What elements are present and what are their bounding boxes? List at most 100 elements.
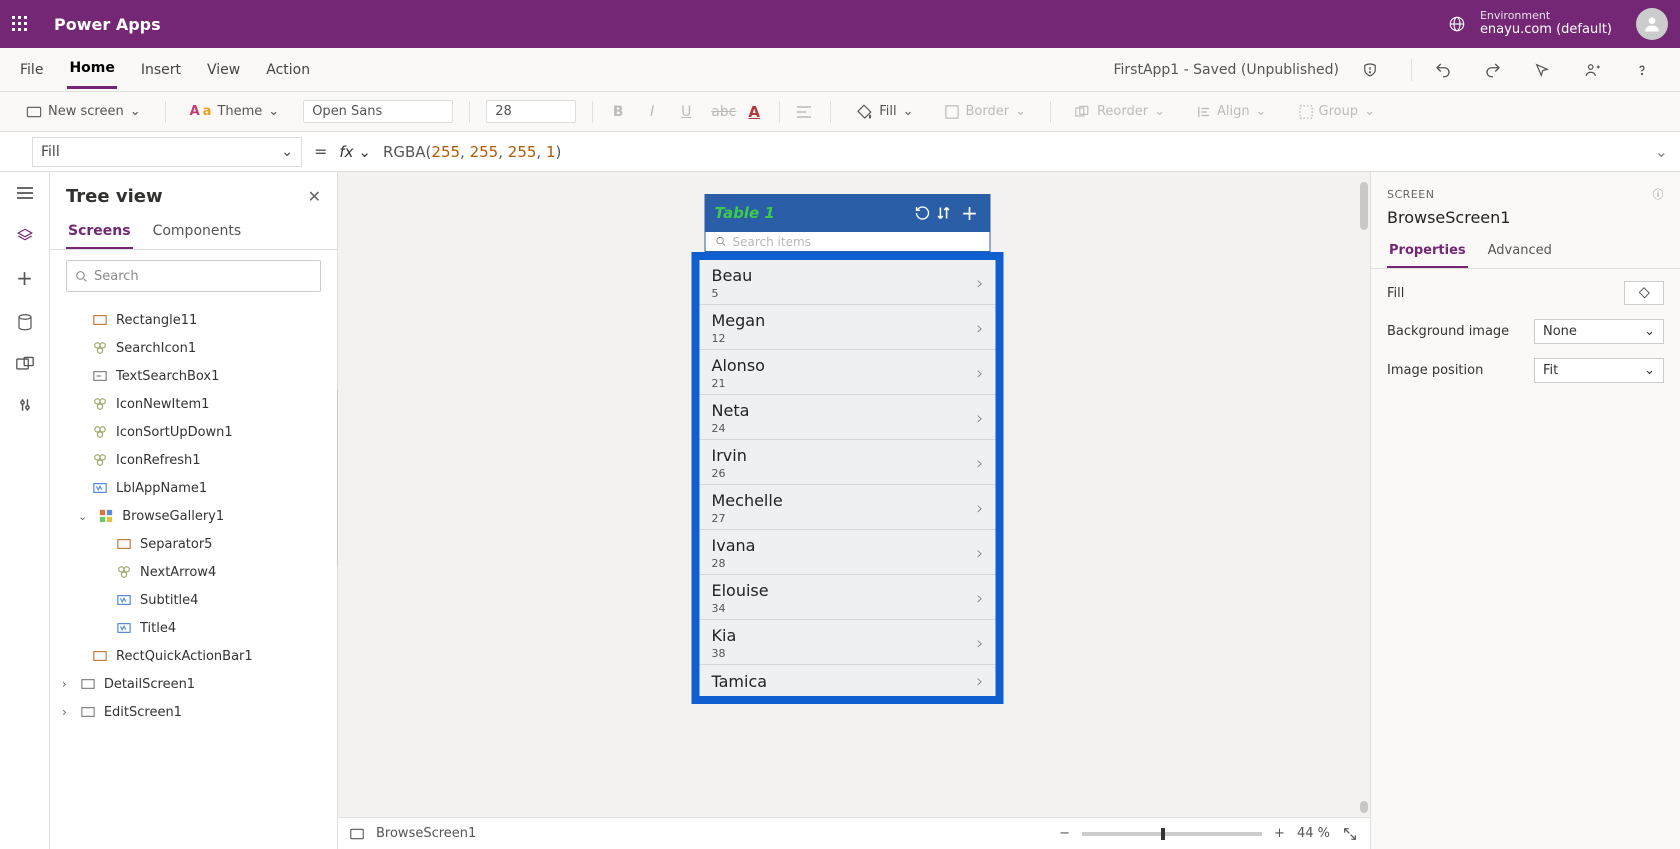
tree-item[interactable]: Subtitle4 [58,586,329,614]
refresh-icon[interactable] [915,205,937,221]
menu-insert[interactable]: Insert [139,52,183,88]
scrollbar[interactable] [1360,182,1368,230]
chevron-right-icon[interactable]: › [976,318,983,339]
chevron-right-icon[interactable]: › [976,588,983,609]
imgpos-select[interactable]: Fit ⌄ [1534,358,1664,383]
bold-icon[interactable]: B [609,104,627,120]
tree-item[interactable]: RectQuickActionBar1 [58,642,329,670]
tree-item[interactable]: IconSortUpDown1 [58,418,329,446]
close-icon[interactable]: ✕ [308,187,321,206]
browse-gallery[interactable]: Beau5›Megan12›Alonso21›Neta24›Irvin26›Me… [700,260,996,696]
tree-item[interactable]: BrowseGallery1 [58,502,329,530]
gallery-row[interactable]: Elouise34› [700,575,996,620]
theme-button[interactable]: Aa Theme ⌄ [182,100,288,123]
gallery-row[interactable]: Beau5› [700,260,996,305]
tab-properties[interactable]: Properties [1387,235,1468,268]
tree-item[interactable]: SearchIcon1 [58,334,329,362]
sort-icon[interactable] [937,205,959,221]
menu-home[interactable]: Home [67,50,116,89]
fit-to-screen-icon[interactable] [1342,826,1358,842]
text-align-icon[interactable] [796,105,814,119]
tab-components[interactable]: Components [151,215,244,249]
chevron-right-icon[interactable]: › [976,498,983,519]
help-icon[interactable]: ⓘ [1653,186,1665,202]
tree-item[interactable]: Separator5 [58,530,329,558]
align-button[interactable]: Align ⌄ [1189,100,1275,123]
fill-button[interactable]: Fill ⌄ [847,99,921,125]
app-checker-icon[interactable] [1361,61,1389,79]
screen-checkbox[interactable] [350,828,364,840]
group-button[interactable]: Group ⌄ [1291,100,1383,123]
property-selector[interactable]: Fill ⌄ [32,137,302,167]
advanced-tools-icon[interactable] [17,396,33,414]
environment-picker[interactable]: Environment enayu.com (default) [1448,10,1612,38]
underline-icon[interactable]: U [677,104,695,120]
bgimage-select[interactable]: None ⌄ [1534,319,1664,344]
undo-icon[interactable] [1434,61,1462,79]
tree-item[interactable]: TextSearchBox1 [58,362,329,390]
help-icon[interactable] [1634,62,1662,78]
chevron-right-icon[interactable]: › [976,408,983,429]
gallery-row[interactable]: Irvin26› [700,440,996,485]
gallery-row[interactable]: Megan12› [700,305,996,350]
prop-imgpos-label: Image position [1387,363,1483,378]
gallery-row[interactable]: Ivana28› [700,530,996,575]
formula-input[interactable]: RGBA(255, 255, 255, 1) [383,143,1643,161]
chevron-right-icon[interactable]: › [976,453,983,474]
tree-view-icon[interactable] [16,224,34,242]
tab-advanced[interactable]: Advanced [1486,235,1554,268]
canvas[interactable]: Table 1 + Search items Beau5›Megan12›Alo… [338,172,1370,849]
chevron-right-icon[interactable]: › [976,273,983,294]
chevron-right-icon[interactable]: › [976,633,983,654]
zoom-slider[interactable] [1082,832,1262,836]
global-header: Power Apps Environment enayu.com (defaul… [0,0,1680,48]
gallery-row[interactable]: Alonso21› [700,350,996,395]
insert-icon[interactable]: + [16,266,33,290]
menu-action[interactable]: Action [264,52,312,88]
tree-item[interactable]: Rectangle11 [58,306,329,334]
font-family-select[interactable]: Open Sans [303,100,453,123]
chevron-right-icon[interactable]: › [976,363,983,384]
zoom-in-button[interactable]: + [1274,826,1285,841]
selection-frame[interactable]: Beau5›Megan12›Alonso21›Neta24›Irvin26›Me… [692,252,1004,704]
gallery-row[interactable]: Tamica› [700,665,996,696]
chevron-right-icon[interactable]: › [976,671,983,692]
scrollbar[interactable] [1360,801,1368,813]
new-screen-button[interactable]: New screen ⌄ [18,100,149,123]
font-color-icon[interactable]: A [745,103,763,121]
reorder-button[interactable]: Reorder ⌄ [1067,100,1173,123]
zoom-out-button[interactable]: − [1059,826,1070,841]
selection-icon[interactable] [1534,62,1562,78]
border-button[interactable]: Border ⌄ [937,100,1034,123]
app-search-box[interactable]: Search items [705,232,991,252]
menu-view[interactable]: View [205,52,242,88]
waffle-icon[interactable] [12,16,36,32]
share-icon[interactable] [1584,61,1612,79]
data-icon[interactable] [17,314,33,332]
tree-search-input[interactable]: Search [66,260,321,292]
gallery-row[interactable]: Neta24› [700,395,996,440]
avatar[interactable] [1636,8,1668,40]
gallery-row[interactable]: Kia38› [700,620,996,665]
tree-item[interactable]: IconRefresh1 [58,446,329,474]
media-icon[interactable] [16,356,34,372]
gallery-row[interactable]: Mechelle27› [700,485,996,530]
italic-icon[interactable]: I [643,104,661,120]
strikethrough-icon[interactable]: abc [711,104,729,120]
add-icon[interactable]: + [959,201,981,225]
tree-item[interactable]: Title4 [58,614,329,642]
tree-item[interactable]: DetailScreen1 [58,670,329,698]
hamburger-icon[interactable] [16,186,34,200]
redo-icon[interactable] [1484,61,1512,79]
tree-item[interactable]: EditScreen1 [58,698,329,726]
tab-screens[interactable]: Screens [66,215,133,249]
tree-item[interactable]: IconNewItem1 [58,390,329,418]
menu-file[interactable]: File [18,52,45,88]
chevron-right-icon[interactable]: › [976,543,983,564]
tree-item[interactable]: LblAppName1 [58,474,329,502]
fill-color-swatch[interactable] [1624,281,1664,305]
tree-item-label: TextSearchBox1 [116,369,219,384]
formula-expand-icon[interactable]: ⌄ [1655,142,1668,161]
tree-item[interactable]: NextArrow4 [58,558,329,586]
font-size-input[interactable]: 28 [486,100,576,123]
